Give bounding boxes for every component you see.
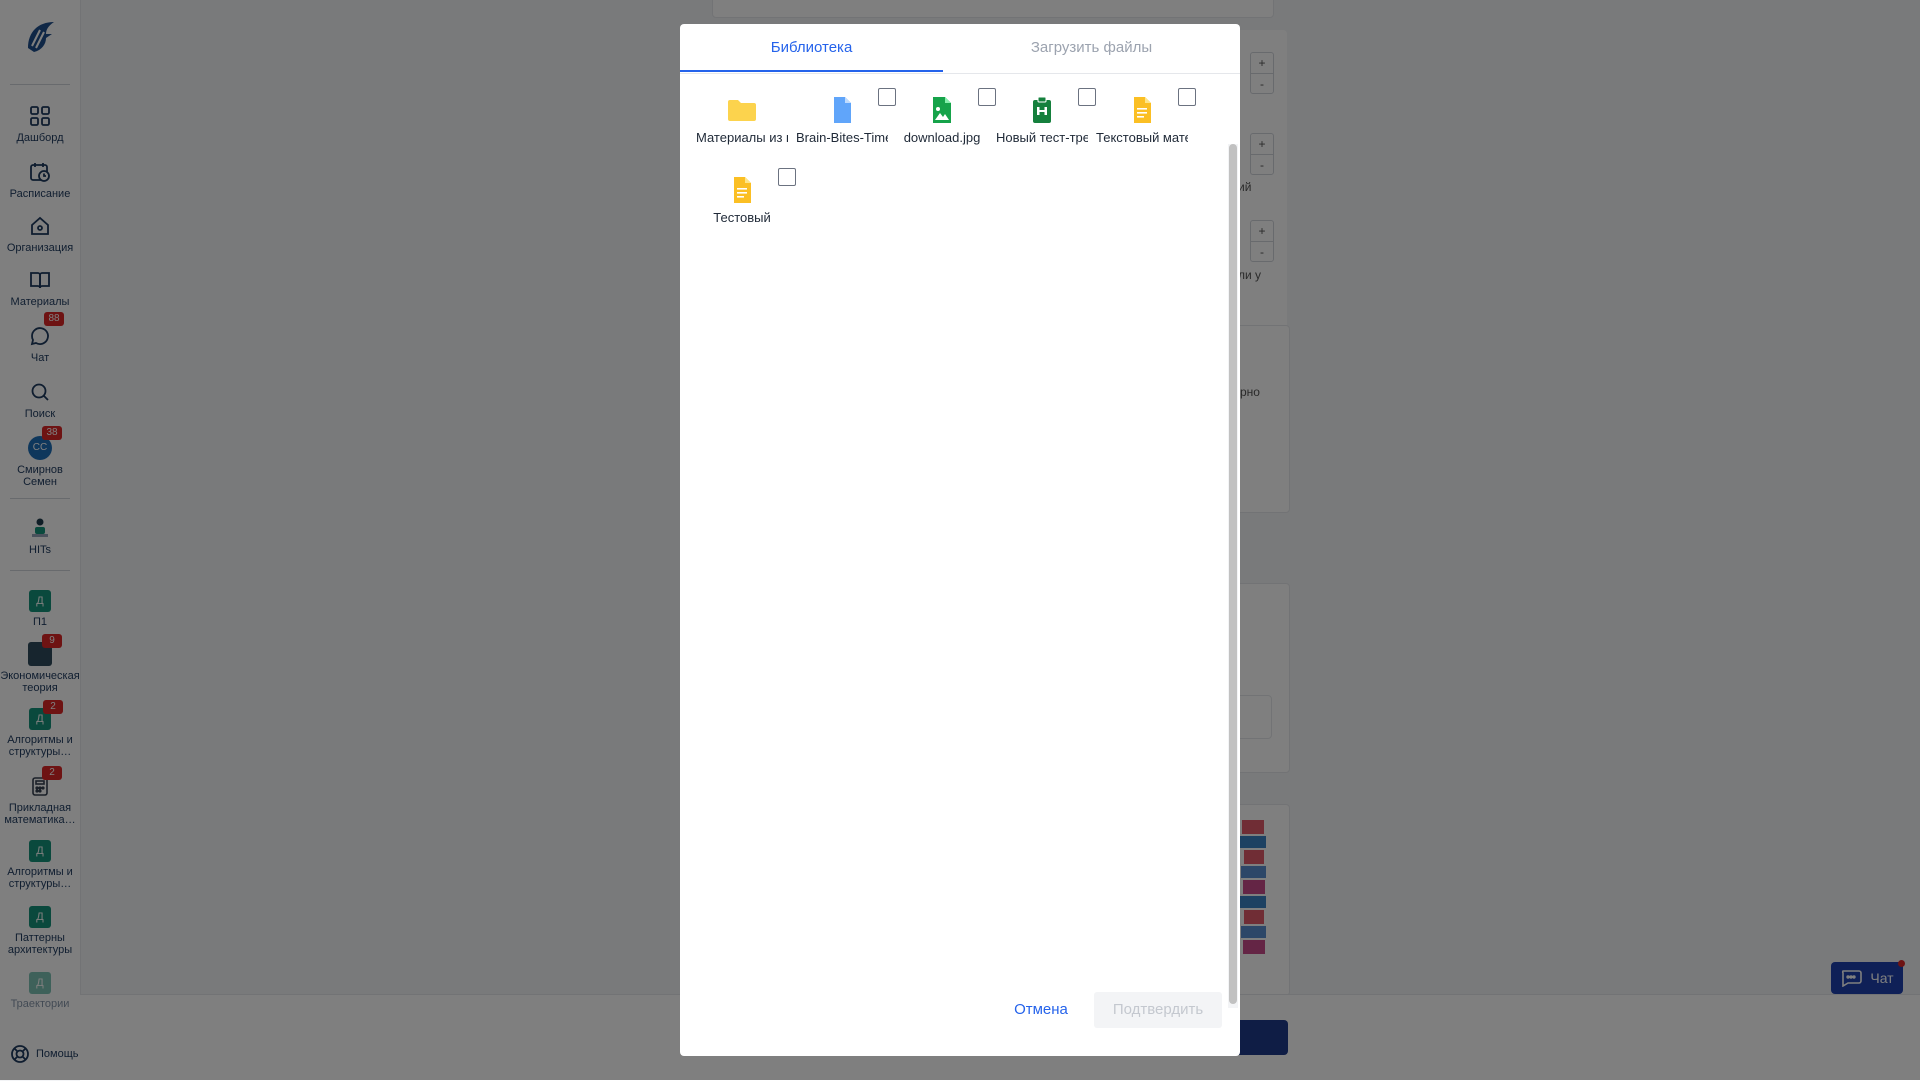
file-item[interactable]: Тестовый (696, 168, 796, 240)
file-name: Текстовый материал (1096, 130, 1188, 145)
text-file-icon (1134, 97, 1151, 123)
dialog-tabs: Библиотека Загрузить файлы (680, 24, 1240, 74)
file-select-checkbox[interactable] (978, 88, 996, 106)
active-tab-indicator (680, 70, 943, 72)
file-name: Тестовый (713, 210, 771, 225)
scrollbar-thumb[interactable] (1229, 144, 1237, 1004)
tab-upload-files[interactable]: Загрузить файлы (943, 24, 1240, 72)
file-name: Материалы из курса (696, 130, 788, 145)
file-item[interactable]: Новый тест-тренажер (996, 88, 1096, 160)
confirm-button[interactable]: Подтвердить (1094, 992, 1222, 1028)
file-select-checkbox[interactable] (1178, 88, 1196, 106)
cancel-button[interactable]: Отмена (1000, 992, 1082, 1028)
file-name: Brain-Bites-Time (796, 130, 888, 145)
file-name: Новый тест-тренажер (996, 130, 1088, 145)
file-select-checkbox[interactable] (1078, 88, 1096, 106)
file-item[interactable]: download.jpg (896, 88, 996, 160)
tab-library[interactable]: Библиотека (680, 24, 943, 72)
folder-icon (728, 100, 756, 121)
file-select-checkbox[interactable] (778, 168, 796, 186)
file-item[interactable]: Текстовый материал (1096, 88, 1196, 160)
text-file-icon (734, 177, 751, 203)
document-icon (834, 97, 851, 123)
file-name: download.jpg (903, 130, 981, 145)
file-select-checkbox[interactable] (878, 88, 896, 106)
file-picker-dialog: Библиотека Загрузить файлы Материалы из … (680, 24, 1240, 1056)
image-file-icon (933, 97, 951, 123)
file-item[interactable]: Brain-Bites-Time (796, 88, 896, 160)
file-item-folder[interactable]: Материалы из курса (696, 88, 788, 160)
test-file-icon (1033, 96, 1051, 123)
